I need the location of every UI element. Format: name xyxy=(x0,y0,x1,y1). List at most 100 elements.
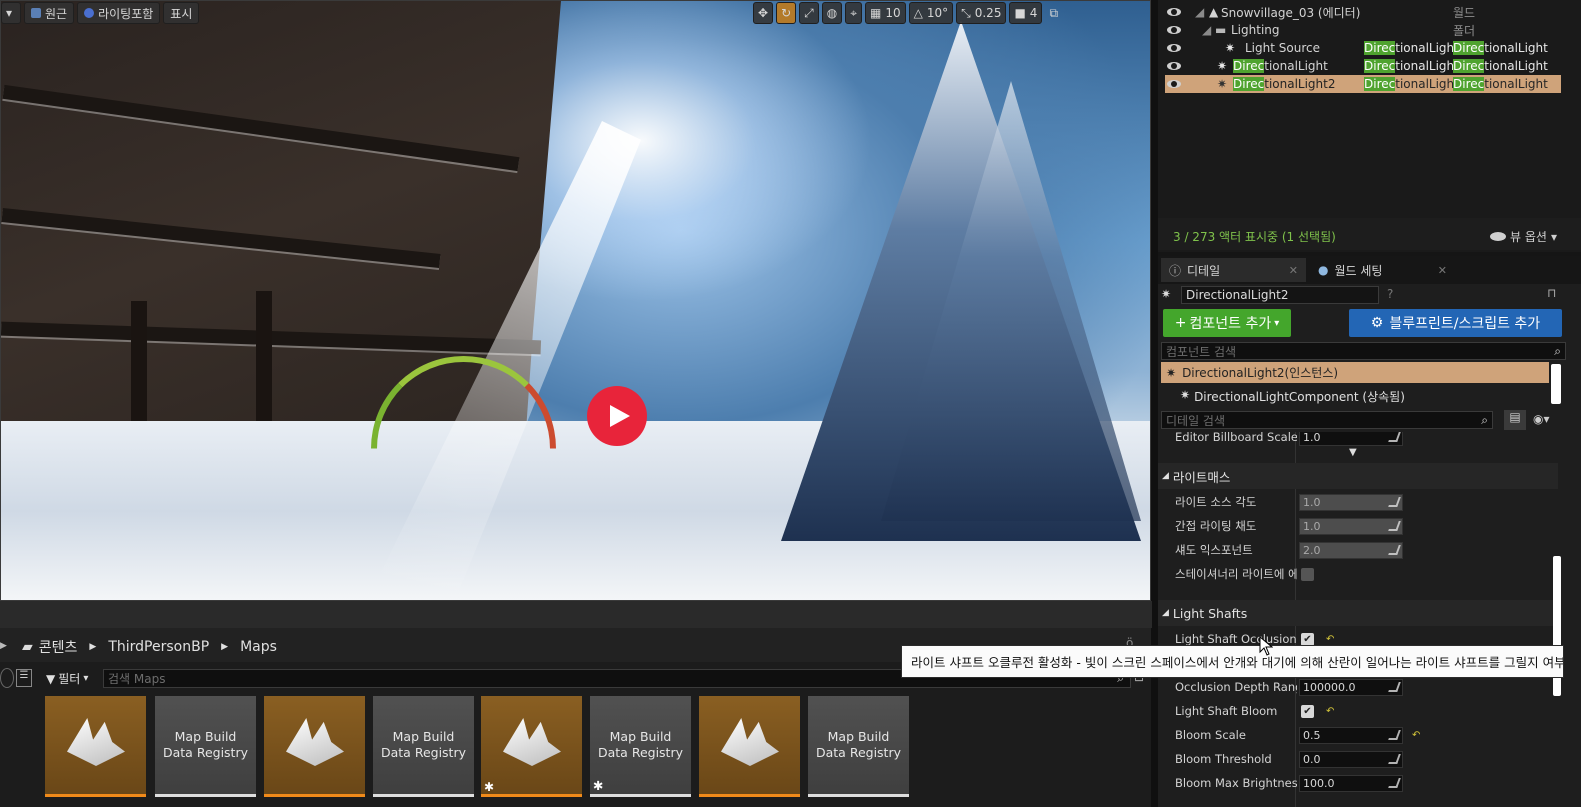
surface-snap-button[interactable]: ⌖ xyxy=(845,2,862,24)
angle-icon: △ xyxy=(913,6,923,20)
section-light-shafts[interactable]: ◢ Light Shafts xyxy=(1158,600,1558,626)
details-search-input[interactable]: 디테일 검색 ⌕ xyxy=(1161,411,1493,429)
asset-tile-build-data[interactable]: Map Build Data Registry xyxy=(808,696,909,797)
add-blueprint-button[interactable]: ⚙ 블루프린트/스크립트 추가 xyxy=(1349,309,1562,337)
chevron-right-icon: ▶ xyxy=(221,642,229,652)
details-panel: ⓘ 디테일 ✕ ● 월드 세팅 ✕ ✷ DirectionalLight2 ? … xyxy=(1158,256,1581,807)
component-tree-instance-row[interactable]: ✷ DirectionalLight2(인스턴스) xyxy=(1161,362,1549,383)
reset-to-default-icon[interactable]: ↶ xyxy=(1412,730,1420,741)
type-text: tionalLight xyxy=(1484,59,1548,73)
asset-tile-build-data[interactable]: Map Build Data Registry ✱ xyxy=(590,696,691,797)
lit-mode-button[interactable]: 라이팅포함 xyxy=(77,2,161,24)
help-icon[interactable]: ? xyxy=(1387,287,1393,301)
maximize-viewport-button[interactable]: ⧉ xyxy=(1045,2,1062,24)
asset-tile-map[interactable] xyxy=(45,696,146,797)
property-value-field[interactable]: 1.0 xyxy=(1299,432,1403,446)
panel-splitter[interactable] xyxy=(0,601,1152,628)
property-label: Light Shaft Bloom xyxy=(1175,704,1278,718)
expand-advanced-icon[interactable]: ▼ xyxy=(1349,447,1357,458)
outliner-row-world[interactable]: ◢ ▲ Snowvillage_03 (에디터) 월드 xyxy=(1165,3,1561,21)
property-row-bloom-threshold: Bloom Threshold 0.0 xyxy=(1158,747,1558,771)
type-text: tionalLight xyxy=(1395,41,1459,55)
directional-light-icon: ✷ xyxy=(1217,59,1228,73)
rotation-snap-button[interactable]: △ 10° xyxy=(908,2,954,24)
section-lightmass[interactable]: ◢ 라이트매스 xyxy=(1158,463,1558,489)
asset-tile-build-data[interactable]: Map Build Data Registry xyxy=(373,696,474,797)
directional-light-icon: ✷ xyxy=(1225,41,1236,55)
viewport-menu-button[interactable]: ▾ xyxy=(1,2,21,24)
grid-icon: ▤ xyxy=(1509,410,1521,424)
lock-icon[interactable]: ⊓ xyxy=(1547,286,1556,300)
drag-handle-icon xyxy=(1388,496,1401,507)
actor-name-field[interactable]: DirectionalLight2 xyxy=(1181,286,1379,304)
visibility-eye-icon[interactable] xyxy=(1167,80,1181,88)
close-icon[interactable]: ✕ xyxy=(1438,264,1447,277)
perspective-button[interactable]: 원근 xyxy=(24,2,75,24)
filter-icon: ▼ xyxy=(46,671,56,686)
property-label: Light Shaft Occlusion xyxy=(1175,632,1297,646)
property-label: 라이트 소스 각도 xyxy=(1175,495,1257,509)
property-value-field[interactable]: 0.5 xyxy=(1299,726,1403,744)
outliner-row-folder[interactable]: ◢ ▬ Lighting 폴더 xyxy=(1165,21,1561,39)
asset-tile-map[interactable] xyxy=(264,696,365,797)
property-value-field[interactable]: 1.0 xyxy=(1299,517,1403,535)
visibility-eye-icon[interactable] xyxy=(1167,8,1181,16)
reset-to-default-icon[interactable]: ↶ xyxy=(1326,706,1334,717)
component-tree-child-row[interactable]: ✷ DirectionalLightComponent (상속됨) xyxy=(1180,388,1405,405)
grid-snap-button[interactable]: ▦ 10 xyxy=(864,2,906,24)
sources-toggle-icon[interactable] xyxy=(0,668,14,688)
asset-tile-map[interactable] xyxy=(699,696,800,797)
filter-button[interactable]: ▼ 필터 ▾ xyxy=(46,670,88,687)
light-shaft-occlusion-checkbox[interactable]: ✔ xyxy=(1301,632,1314,646)
component-search-input[interactable]: 컴포넌트 검색 ⌕ xyxy=(1161,342,1566,360)
breadcrumb-item[interactable]: 콘텐츠 xyxy=(39,637,78,657)
property-value-field[interactable]: 100000.0 xyxy=(1299,678,1403,696)
property-value-field[interactable]: 1.0 xyxy=(1299,493,1403,511)
list-view-button[interactable]: ☰ xyxy=(16,669,32,687)
scale-snap-button[interactable]: ⤡ 0.25 xyxy=(956,2,1007,24)
translate-mode-button[interactable]: ✥ xyxy=(753,2,774,24)
asset-tile-build-data[interactable]: Map Build Data Registry xyxy=(155,696,256,797)
visibility-eye-icon[interactable] xyxy=(1167,26,1181,34)
property-label: Bloom Threshold xyxy=(1175,752,1272,766)
stationary-checkbox[interactable] xyxy=(1301,567,1314,581)
outliner-row-directional-light2[interactable]: ✷ DirectionalLight2 DirectionalLight Dir… xyxy=(1165,75,1561,93)
reset-to-default-icon[interactable]: ↶ xyxy=(1326,634,1334,645)
property-value-field[interactable]: 2.0 xyxy=(1299,541,1403,559)
info-icon: ⓘ xyxy=(1169,263,1182,278)
property-matrix-button[interactable]: ▤ xyxy=(1504,410,1526,430)
property-row-light-source-angle: 라이트 소스 각도 1.0 xyxy=(1158,490,1558,514)
rotate-mode-button[interactable]: ↻ xyxy=(776,2,797,24)
world-outliner: ◢ ▲ Snowvillage_03 (에디터) 월드 ◢ ▬ Lighting… xyxy=(1158,0,1581,252)
level-viewport[interactable]: ▾ 원근 라이팅포함 표시 ✥ ↻ ⤢ ◍ ⌖ ▦ 10 △ 10° ⤡ 0.2… xyxy=(0,0,1151,601)
add-component-button[interactable]: + 컴포넌트 추가 ▾ xyxy=(1163,309,1291,337)
type-highlight: Direc xyxy=(1453,41,1485,55)
tab-details[interactable]: ⓘ 디테일 ✕ xyxy=(1161,258,1306,282)
outliner-row-light-source[interactable]: ✷ Light Source DirectionalLight Directio… xyxy=(1165,39,1561,57)
breadcrumb-item[interactable]: ThirdPersonBP xyxy=(108,639,209,655)
breadcrumb-item[interactable]: Maps xyxy=(240,639,277,655)
property-value-field[interactable]: 0.0 xyxy=(1299,750,1403,768)
asset-tile-map[interactable]: ✱ xyxy=(481,696,582,797)
property-tooltip: 라이트 샤프트 오클루전 활성화 - 빛이 스크린 스페이스에서 안개와 대기에… xyxy=(901,645,1564,678)
view-options-button[interactable]: 뷰 옵션 ▾ xyxy=(1490,228,1557,245)
level-map-icon xyxy=(503,718,561,766)
show-button[interactable]: 표시 xyxy=(163,2,200,24)
property-row-indirect-saturation: 간접 라이팅 채도 1.0 xyxy=(1158,514,1558,538)
world-local-button[interactable]: ◍ xyxy=(821,2,843,24)
collapse-sources-icon[interactable]: ▶ xyxy=(0,641,7,651)
outliner-row-directional-light[interactable]: ✷ DirectionalLight DirectionalLight Dire… xyxy=(1165,57,1561,75)
panel-splitter[interactable] xyxy=(1151,0,1158,807)
component-tree-scrollbar[interactable] xyxy=(1551,364,1561,404)
play-button[interactable] xyxy=(587,386,647,446)
light-shaft-bloom-checkbox[interactable]: ✔ xyxy=(1301,704,1314,718)
mouse-cursor-icon xyxy=(1259,636,1273,656)
property-value-field[interactable]: 100.0 xyxy=(1299,774,1403,792)
visibility-eye-icon[interactable] xyxy=(1167,44,1181,52)
camera-speed-button[interactable]: ■ 4 xyxy=(1009,2,1043,24)
tab-world-settings[interactable]: ● 월드 세팅 ✕ xyxy=(1310,258,1455,282)
visibility-eye-icon[interactable] xyxy=(1167,62,1181,70)
scale-mode-button[interactable]: ⤢ xyxy=(799,2,819,24)
visibility-filter-button[interactable]: ◉▾ xyxy=(1533,412,1550,426)
close-icon[interactable]: ✕ xyxy=(1289,264,1298,277)
